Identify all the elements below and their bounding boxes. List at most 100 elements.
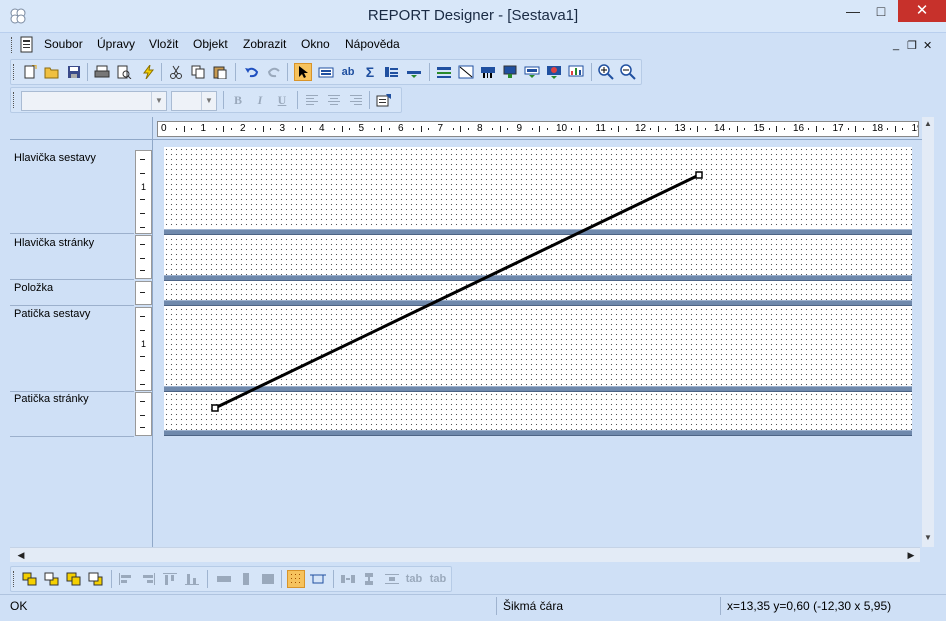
- align-tool-1[interactable]: [117, 570, 135, 588]
- redo-button[interactable]: [265, 63, 283, 81]
- design-canvas[interactable]: [164, 147, 912, 436]
- scroll-right-icon[interactable]: ▶: [904, 548, 918, 562]
- line-handle-end[interactable]: [695, 171, 703, 179]
- scroll-up-icon[interactable]: ▲: [922, 117, 934, 131]
- separator: [369, 91, 370, 109]
- save-button[interactable]: [65, 63, 83, 81]
- spacing-tool-3[interactable]: [383, 570, 401, 588]
- grid-toggle-button[interactable]: [287, 570, 305, 588]
- snap-button[interactable]: [309, 570, 327, 588]
- line-tool-button[interactable]: [405, 63, 423, 81]
- spacing-tool-1[interactable]: [339, 570, 357, 588]
- size-tool-3[interactable]: [259, 570, 277, 588]
- same-height-icon: [243, 573, 249, 585]
- redo-icon: [267, 67, 280, 78]
- section-tool-button-6[interactable]: [545, 63, 563, 81]
- close-button[interactable]: ✕: [898, 0, 946, 22]
- toolbar-grip[interactable]: [13, 571, 17, 587]
- section-tool-button-5[interactable]: [523, 63, 541, 81]
- mdi-restore-button[interactable]: ❐: [907, 39, 917, 52]
- horizontal-scrollbar[interactable]: ◀ ▶: [10, 547, 920, 562]
- menu-objekt[interactable]: Objekt: [193, 37, 228, 51]
- properties-button[interactable]: [375, 91, 393, 109]
- tick: [140, 159, 145, 160]
- tick: [140, 384, 145, 385]
- align-center-button[interactable]: [325, 91, 343, 109]
- ruler-tick: [578, 126, 580, 132]
- menu-vlozit[interactable]: Vložit: [149, 37, 178, 51]
- size-tool-2[interactable]: [237, 570, 255, 588]
- section-label-item[interactable]: Položka: [14, 282, 53, 294]
- open-button[interactable]: [43, 63, 61, 81]
- zoom-out-button[interactable]: [619, 63, 637, 81]
- font-family-select[interactable]: ▼: [21, 91, 167, 111]
- scroll-down-icon[interactable]: ▼: [922, 531, 934, 545]
- sum-tool-button[interactable]: Σ: [361, 63, 379, 81]
- align-tool-2[interactable]: [139, 570, 157, 588]
- menu-okno[interactable]: Okno: [301, 37, 330, 51]
- lightning-icon: [143, 65, 155, 79]
- scroll-left-icon[interactable]: ◀: [14, 548, 28, 562]
- mdi-minimize-button[interactable]: _: [893, 39, 899, 51]
- list-tool-button[interactable]: [383, 63, 401, 81]
- send-backward-button[interactable]: [87, 570, 105, 588]
- menu-grip[interactable]: [11, 37, 15, 53]
- maximize-button[interactable]: □: [864, 0, 898, 22]
- mdi-close-button[interactable]: ✕: [923, 39, 932, 52]
- bring-forward-button[interactable]: [65, 570, 83, 588]
- new-file-icon: [24, 65, 37, 79]
- section-label-report-header[interactable]: Hlavička sestavy: [14, 152, 96, 164]
- spacing-tool-2[interactable]: [361, 570, 379, 588]
- size-tool-1[interactable]: [215, 570, 233, 588]
- section-tool-button-3[interactable]: [479, 63, 497, 81]
- save-icon: [68, 66, 80, 78]
- section-tool-button-2[interactable]: [457, 63, 475, 81]
- font-size-select[interactable]: ▼: [171, 91, 217, 111]
- title-bar[interactable]: REPORT Designer - [Sestava1] — □ ✕: [0, 0, 946, 33]
- paste-button[interactable]: [211, 63, 229, 81]
- diagonal-line-object[interactable]: [164, 147, 912, 435]
- menu-soubor[interactable]: Soubor: [44, 37, 83, 51]
- menu-zobrazit[interactable]: Zobrazit: [243, 37, 286, 51]
- run-button[interactable]: [139, 63, 157, 81]
- align-right-button[interactable]: [347, 91, 365, 109]
- section-divider: [10, 436, 134, 437]
- section-label-page-footer[interactable]: Patička stránky: [14, 393, 89, 405]
- undo-button[interactable]: [243, 63, 261, 81]
- select-tool-button[interactable]: [294, 63, 312, 81]
- bold-button[interactable]: B: [229, 91, 247, 109]
- section-tool-button-7[interactable]: [567, 63, 585, 81]
- tab-order-button-1[interactable]: tab: [405, 570, 423, 588]
- underline-button[interactable]: U: [273, 91, 291, 109]
- bring-to-front-button[interactable]: [21, 570, 39, 588]
- tab-order-button-2[interactable]: tab: [429, 570, 447, 588]
- cut-button[interactable]: [167, 63, 185, 81]
- print-preview-button[interactable]: [115, 63, 133, 81]
- ruler-number: 1: [141, 339, 147, 349]
- menu-upravy[interactable]: Úpravy: [97, 37, 135, 51]
- italic-button[interactable]: I: [251, 91, 269, 109]
- vertical-scrollbar[interactable]: ▲ ▼: [922, 117, 934, 547]
- send-to-back-button[interactable]: [43, 570, 61, 588]
- copy-button[interactable]: [189, 63, 207, 81]
- toolbar-grip[interactable]: [13, 64, 17, 80]
- field-tool-button[interactable]: [317, 63, 335, 81]
- section-label-report-footer[interactable]: Patička sestavy: [14, 308, 90, 320]
- arrow-pointer-icon: [299, 66, 308, 78]
- text-tool-button[interactable]: ab: [339, 63, 357, 81]
- align-icon: [119, 573, 131, 585]
- align-tool-3[interactable]: [161, 570, 179, 588]
- ruler-tick: [776, 126, 778, 132]
- menu-napoveda[interactable]: Nápověda: [345, 37, 400, 51]
- align-left-button[interactable]: [303, 91, 321, 109]
- tick: [140, 316, 145, 317]
- section-tool-button-4[interactable]: [501, 63, 519, 81]
- align-tool-4[interactable]: [183, 570, 201, 588]
- print-button[interactable]: [93, 63, 111, 81]
- line-handle-start[interactable]: [211, 404, 219, 412]
- zoom-in-button[interactable]: [597, 63, 615, 81]
- section-label-page-header[interactable]: Hlavička stránky: [14, 237, 94, 249]
- new-file-button[interactable]: [21, 63, 39, 81]
- section-tool-button-1[interactable]: [435, 63, 453, 81]
- toolbar-grip[interactable]: [13, 92, 17, 108]
